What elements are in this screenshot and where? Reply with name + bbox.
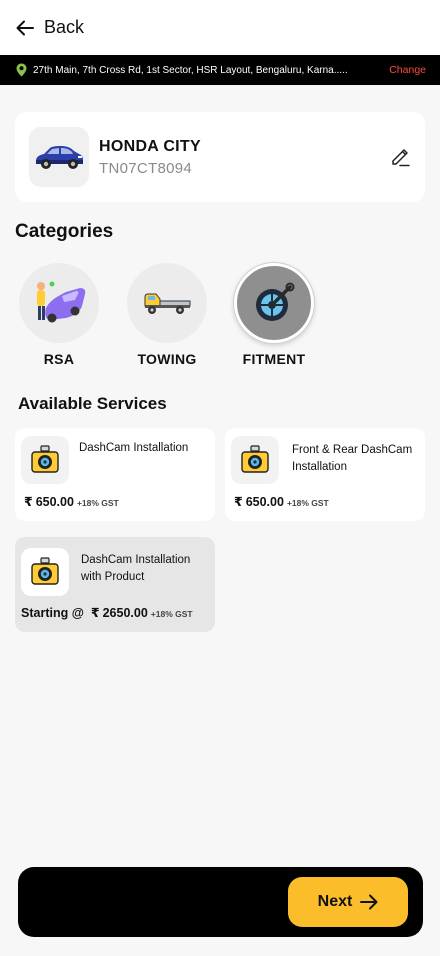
service-title-line1: DashCam Installation <box>79 442 189 454</box>
address-bar: 27th Main, 7th Cross Rd, 1st Sector, HSR… <box>0 55 440 85</box>
arrow-right-icon <box>360 894 378 910</box>
category-rsa-label: RSA <box>43 351 75 367</box>
service-title-line1: Front & Rear DashCam <box>292 444 413 456</box>
service-thumb <box>21 436 69 484</box>
change-address-link[interactable]: Change <box>389 64 426 76</box>
service-thumb <box>231 436 279 484</box>
back-label: Back <box>44 17 85 37</box>
dashcam-icon <box>31 445 59 473</box>
categories-title: Categories <box>15 221 114 242</box>
location-pin-icon <box>16 63 27 77</box>
wheel-wrench-icon <box>256 282 295 321</box>
service-card-dashcam-with-product[interactable]: DashCam Installation with Product Starti… <box>15 537 215 632</box>
service-title: DashCam Installation with Product <box>81 552 190 586</box>
service-title: Front & Rear DashCam Installation <box>292 442 412 476</box>
service-price-rupee-symbol: ₹ <box>234 495 243 509</box>
available-services-title: Available Services <box>18 394 167 413</box>
service-title-line2: with Product <box>81 571 145 583</box>
category-fitment[interactable]: FITMENT <box>224 263 324 367</box>
edit-icon[interactable] <box>389 146 411 168</box>
vehicle-card: HONDA CITY TN07CT8094 <box>15 112 425 202</box>
dashcam-icon <box>31 557 59 585</box>
service-price-rupee-symbol: ₹ <box>24 495 33 509</box>
app-header: Back <box>0 0 440 55</box>
service-price-row: ₹ 650.00 +18% GST <box>24 494 119 509</box>
service-title: DashCam Installation <box>79 440 188 457</box>
next-button[interactable]: Next <box>288 877 408 927</box>
service-price: 650.00 <box>35 495 74 509</box>
service-gst: +18% GST <box>150 609 193 619</box>
next-label: Next <box>317 893 353 910</box>
service-gst: +18% GST <box>76 498 119 508</box>
service-card-dashcam-installation[interactable]: DashCam Installation ₹ 650.00 +18% GST <box>15 428 215 521</box>
service-gst: +18% GST <box>286 498 329 508</box>
service-thumb <box>21 548 69 596</box>
vehicle-plate: TN07CT8094 <box>99 159 193 177</box>
vehicle-name: HONDA CITY <box>99 137 201 155</box>
service-title-line2: Installation <box>292 461 347 473</box>
roadside-assistance-icon <box>37 281 86 323</box>
car-icon <box>36 146 83 169</box>
service-title-line1: DashCam Installation <box>81 554 191 566</box>
category-fitment-label: FITMENT <box>242 351 306 367</box>
service-price: 650.00 <box>245 495 284 509</box>
service-price: 2650.00 <box>102 606 148 620</box>
tow-truck-icon <box>144 293 191 314</box>
category-fitment-image <box>234 263 314 343</box>
service-price-prefix: Starting @ <box>21 606 84 620</box>
category-rsa-image <box>19 263 99 343</box>
address-text: 27th Main, 7th Cross Rd, 1st Sector, HSR… <box>33 64 348 76</box>
category-towing-image <box>127 263 207 343</box>
vehicle-info: HONDA CITY TN07CT8094 <box>99 138 389 177</box>
category-rsa[interactable]: RSA <box>9 263 109 367</box>
car-image <box>29 127 89 187</box>
service-price-row: ₹ 650.00 +18% GST <box>234 494 329 509</box>
dashcam-icon <box>241 445 269 473</box>
back-button[interactable]: Back <box>16 17 84 38</box>
service-price-rupee-symbol: ₹ <box>90 606 100 620</box>
bottom-action-bar: Next <box>18 867 423 937</box>
service-price-row: Starting @ ₹ 2650.00 +18% GST <box>21 605 193 620</box>
service-card-front-rear-dashcam[interactable]: Front & Rear DashCam Installation ₹ 650.… <box>225 428 425 521</box>
arrow-left-icon <box>16 20 34 35</box>
category-towing-label: TOWING <box>137 351 197 367</box>
category-towing[interactable]: TOWING <box>117 263 217 367</box>
